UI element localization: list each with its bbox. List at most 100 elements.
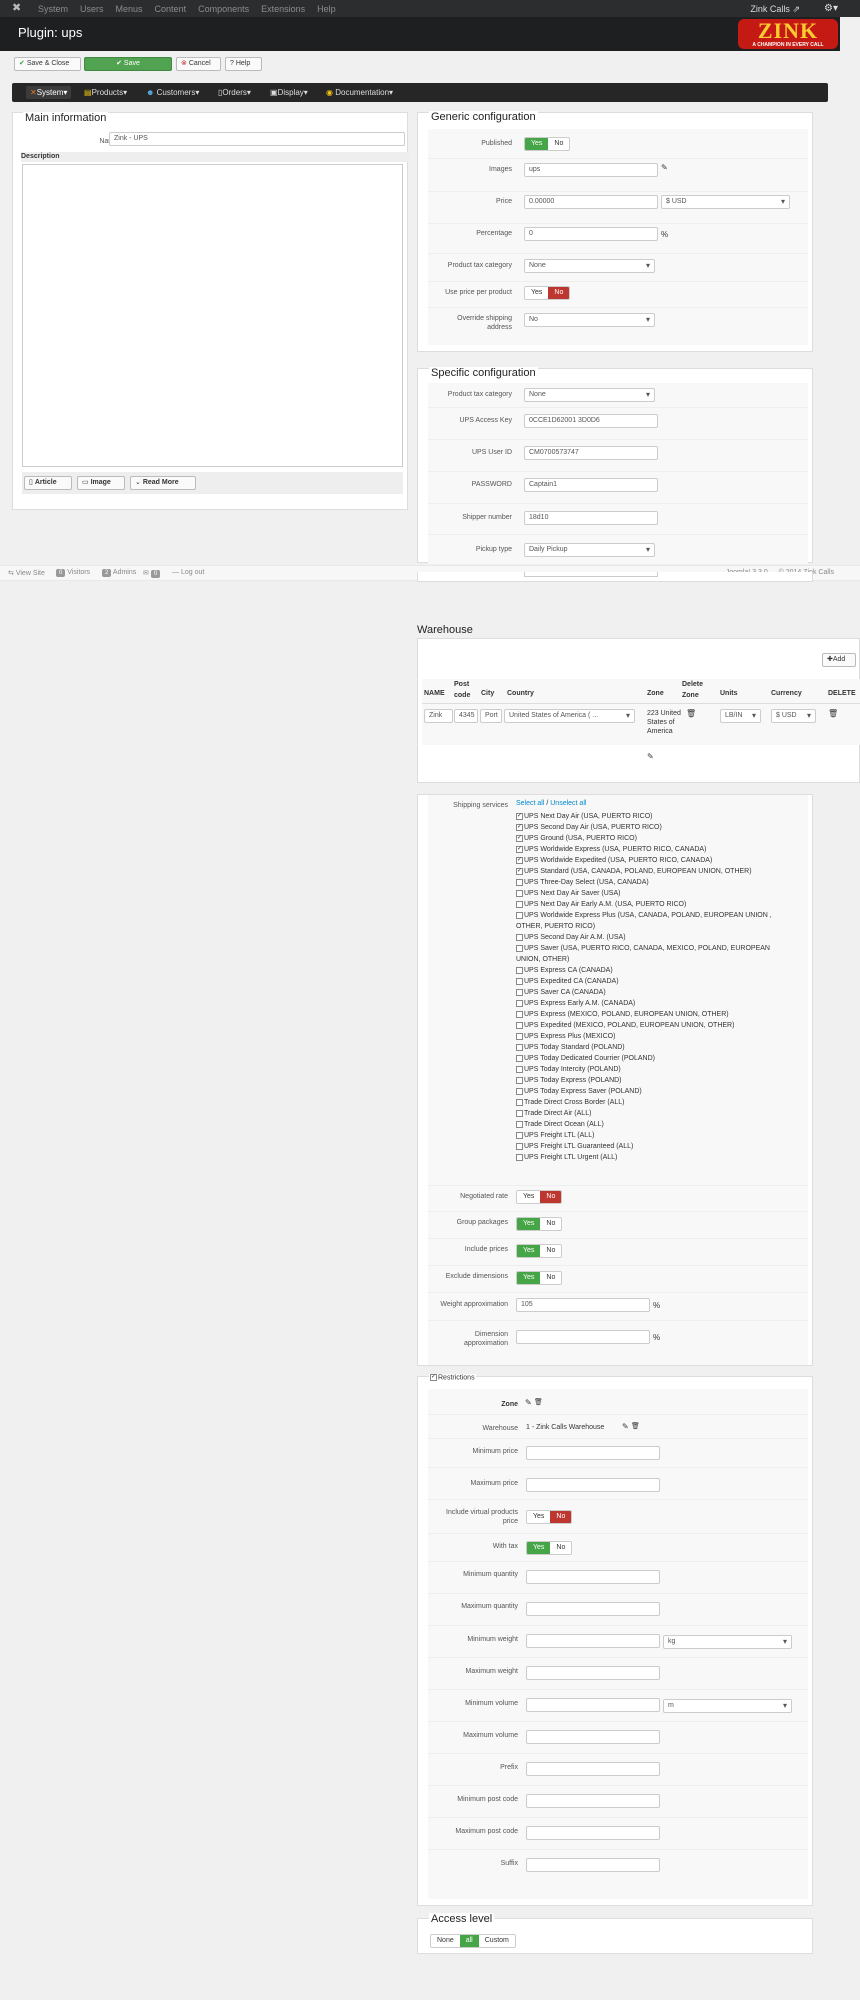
service-checkbox[interactable] (516, 1010, 523, 1018)
site-link[interactable]: Zink Calls ⇗ (750, 4, 800, 15)
weight-approx-input[interactable]: 105 (516, 1298, 650, 1312)
add-warehouse-button[interactable]: ✚Add (822, 653, 856, 667)
max-post-code-input[interactable] (526, 1826, 660, 1840)
max-price-input[interactable] (526, 1478, 660, 1492)
shipping-service-item[interactable]: UPS Express (MEXICO, POLAND, EUROPEAN UN… (516, 1009, 808, 1020)
max-weight-input[interactable] (526, 1666, 660, 1680)
percentage-input[interactable]: 0 (524, 227, 658, 241)
yes-option[interactable]: Yes (517, 1218, 541, 1230)
no-option[interactable]: No (548, 138, 570, 150)
nav-documentation[interactable]: ◉ Documentation▾ (322, 86, 397, 99)
service-checkbox[interactable]: ✓ (516, 823, 523, 831)
no-option[interactable]: No (540, 1191, 562, 1203)
shipping-service-item[interactable]: UPS Second Day Air A.M. (USA) (516, 932, 808, 943)
service-checkbox[interactable] (516, 988, 523, 996)
shipping-service-item[interactable]: UPS Today Dedicated Courrier (POLAND) (516, 1053, 808, 1064)
service-checkbox[interactable]: ✓ (516, 812, 523, 820)
service-checkbox[interactable]: ✓ (516, 834, 523, 842)
access-custom-option[interactable]: Custom (478, 1935, 515, 1947)
service-checkbox[interactable]: ✓ (516, 856, 523, 864)
nav-products[interactable]: ▤Products▾ (80, 86, 131, 99)
article-button[interactable]: ▯ Article (24, 476, 72, 490)
min-quantity-input[interactable] (526, 1570, 660, 1584)
help-button[interactable]: ? Help (225, 57, 262, 71)
service-checkbox[interactable]: ✓ (516, 845, 523, 853)
no-option[interactable]: No (540, 1272, 562, 1284)
shipping-service-item[interactable]: UPS Worldwide Express Plus (USA, CANADA,… (516, 910, 808, 921)
shipping-service-item[interactable]: ✓ UPS Worldwide Expedited (USA, PUERTO RI… (516, 855, 808, 866)
shipping-service-item[interactable]: ✓ UPS Worldwide Express (USA, PUERTO RICO… (516, 844, 808, 855)
pickup-type-select[interactable]: Daily Pickup (524, 543, 655, 557)
yes-option[interactable]: Yes (527, 1542, 551, 1554)
shipping-service-item[interactable]: UPS Expedited (MEXICO, POLAND, EUROPEAN … (516, 1020, 808, 1031)
nav-orders[interactable]: ▯Orders▾ (214, 86, 255, 99)
unselect-all-link[interactable]: Unselect all (550, 800, 586, 807)
hidden-input[interactable] (524, 572, 658, 577)
menu-system[interactable]: System (38, 4, 68, 14)
no-option[interactable]: No (540, 1245, 562, 1257)
service-checkbox[interactable] (516, 1065, 523, 1073)
joomla-icon[interactable]: ✖ (12, 3, 23, 14)
suffix-input[interactable] (526, 1858, 660, 1872)
access-key-input[interactable]: 0CCE1D62001 3D0D6 (524, 414, 658, 428)
cancel-button[interactable]: ⊗ Cancel (176, 57, 221, 71)
shipping-service-item[interactable]: UPS Express Plus (MEXICO) (516, 1031, 808, 1042)
trash-icon[interactable]: 🗑︎ (828, 709, 838, 718)
price-input[interactable]: 0.00000 (524, 195, 658, 209)
no-option[interactable]: No (550, 1511, 572, 1523)
min-post-code-input[interactable] (526, 1794, 660, 1808)
read-more-button[interactable]: ⌄ Read More (130, 476, 196, 490)
service-checkbox[interactable] (516, 911, 523, 919)
service-checkbox[interactable] (516, 966, 523, 974)
product-tax-select[interactable]: None (524, 259, 655, 273)
shipping-service-item[interactable]: UPS Freight LTL Urgent (ALL) (516, 1152, 808, 1163)
shipping-service-item[interactable]: UPS Saver (USA, PUERTO RICO, CANADA, MEX… (516, 943, 808, 954)
shipping-service-item[interactable]: UPS Three-Day Select (USA, CANADA) (516, 877, 808, 888)
service-checkbox[interactable] (516, 1131, 523, 1139)
service-checkbox[interactable] (516, 1043, 523, 1051)
pencil-icon[interactable]: ✎ (622, 1422, 629, 1431)
restrictions-legend[interactable]: ✓ Restrictions (429, 1374, 476, 1382)
warehouse-name-input[interactable]: Zink (424, 709, 453, 723)
service-checkbox[interactable] (516, 1120, 523, 1128)
use-price-toggle[interactable]: Yes No (524, 286, 571, 300)
service-checkbox[interactable] (516, 944, 523, 952)
shipping-service-item[interactable]: ✓ UPS Ground (USA, PUERTO RICO) (516, 833, 808, 844)
service-checkbox[interactable] (516, 1153, 523, 1161)
service-checkbox[interactable] (516, 878, 523, 886)
shipping-service-item[interactable]: UPS Expedited CA (CANADA) (516, 976, 808, 987)
shipper-number-input[interactable]: 18d10 (524, 511, 658, 525)
shipping-service-item[interactable]: UPS Today Express (POLAND) (516, 1075, 808, 1086)
virtual-products-toggle[interactable]: Yes No (526, 1510, 573, 1524)
shipping-service-item[interactable]: ✓ UPS Next Day Air (USA, PUERTO RICO) (516, 811, 808, 822)
negotiated-rate-toggle[interactable]: Yes No (516, 1190, 563, 1204)
menu-users[interactable]: Users (80, 4, 104, 14)
product-tax-select[interactable]: None (524, 388, 655, 402)
yes-option[interactable]: Yes (517, 1272, 541, 1284)
warehouse-post-input[interactable]: 4345 (454, 709, 478, 723)
pencil-icon[interactable]: ✎ (525, 1398, 532, 1407)
with-tax-toggle[interactable]: Yes No (526, 1541, 573, 1555)
description-editor[interactable] (22, 164, 403, 467)
menu-content[interactable]: Content (155, 4, 187, 14)
yes-option[interactable]: Yes (525, 138, 549, 150)
override-select[interactable]: No (524, 313, 655, 327)
service-checkbox[interactable] (516, 1032, 523, 1040)
shipping-service-item[interactable]: UPS Today Express Saver (POLAND) (516, 1086, 808, 1097)
view-site-link[interactable]: ⇆ View Site (8, 569, 45, 577)
trash-icon[interactable]: 🗑︎ (686, 709, 696, 718)
pencil-icon[interactable]: ✎ (661, 163, 668, 172)
no-option[interactable]: No (550, 1542, 572, 1554)
yes-option[interactable]: Yes (517, 1191, 541, 1203)
service-checkbox[interactable]: ✓ (516, 867, 523, 875)
min-price-input[interactable] (526, 1446, 660, 1460)
shipping-service-item[interactable]: UPS Today Standard (POLAND) (516, 1042, 808, 1053)
no-option[interactable]: No (540, 1218, 562, 1230)
menu-extensions[interactable]: Extensions (261, 4, 305, 14)
shipping-service-item[interactable]: UPS Express Early A.M. (CANADA) (516, 998, 808, 1009)
warehouse-country-select[interactable]: United States of America ( ... (504, 709, 635, 723)
menu-help[interactable]: Help (317, 4, 336, 14)
warehouse-currency-select[interactable]: $ USD (771, 709, 816, 723)
access-level-toggle[interactable]: None all Custom (430, 1934, 516, 1948)
service-checkbox[interactable] (516, 1109, 523, 1117)
